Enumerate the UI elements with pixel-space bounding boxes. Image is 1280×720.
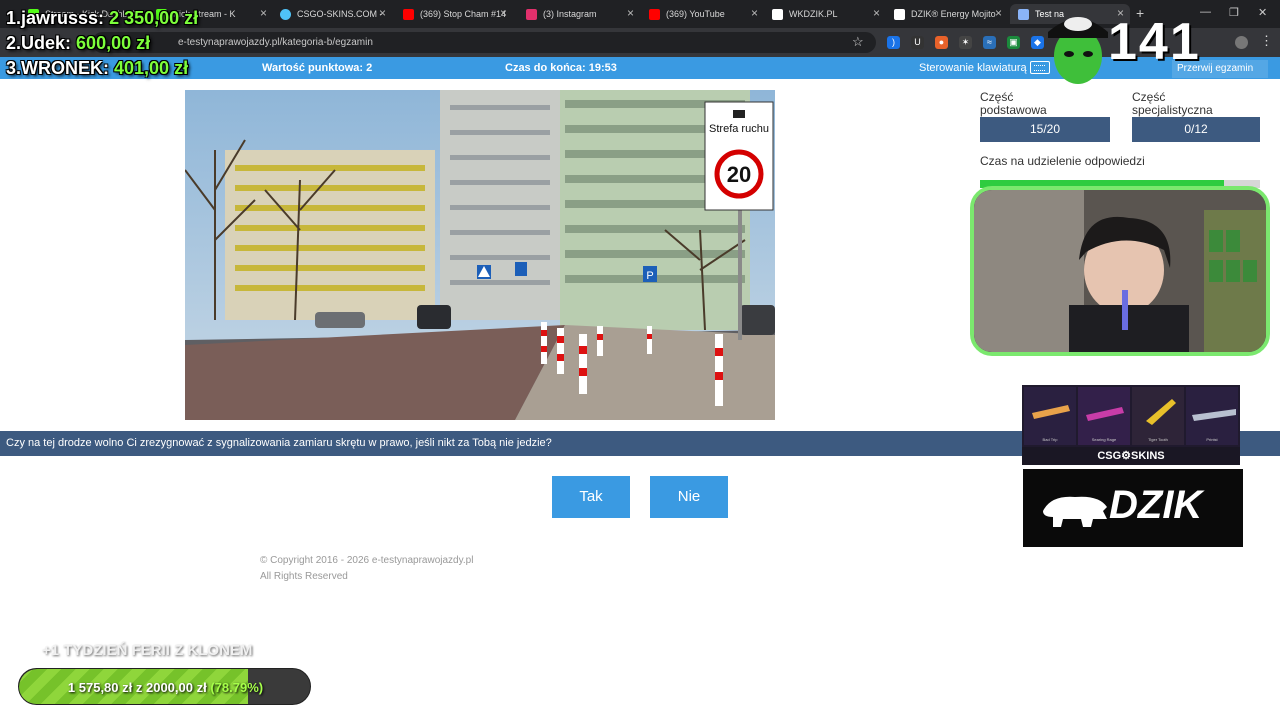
instagram-icon xyxy=(526,8,537,20)
goal-percent: (78.79%) xyxy=(210,680,264,695)
globe-icon xyxy=(280,8,291,20)
donation-goal-bar: 1 575,80 zł z 2000,00 zł (78.79%) xyxy=(18,668,311,705)
csgo-skins-logo: CSG⚙SKINS xyxy=(1097,450,1165,462)
youtube-icon xyxy=(403,8,414,20)
extension-icon[interactable]: ✶ xyxy=(959,36,972,49)
question-image: P Strefa ruchu 20 xyxy=(185,90,775,420)
viewer-counter: 141 xyxy=(1108,13,1201,71)
youtube-icon xyxy=(649,8,660,20)
skin-name: Searing Rage xyxy=(1092,437,1117,442)
leaderboard-amount: 600,00 zł xyxy=(76,33,151,53)
points-value: Wartość punktowa: 2 xyxy=(262,62,373,74)
special-part-label: Część specjalistyczna xyxy=(1132,90,1213,117)
minimize-icon[interactable]: — xyxy=(1200,6,1211,18)
csgo-skins-banner[interactable]: Bad Trip Searing Rage Tiger Tooth Prints… xyxy=(1022,385,1240,465)
special-part-counter: 0/12 xyxy=(1132,117,1260,142)
keyboard-control-label[interactable]: Sterowanie klawiaturą xyxy=(919,62,1027,74)
webcam-feed xyxy=(974,190,1266,352)
answer-yes-button[interactable]: Tak xyxy=(552,476,630,518)
goal-current: 1 575,80 zł xyxy=(67,680,133,695)
tab-title: (369) YouTube xyxy=(666,9,725,19)
copyright-text: © Copyright 2016 - 2026 e-testynaprawoja… xyxy=(260,555,474,566)
webcam-overlay xyxy=(970,186,1270,356)
close-icon[interactable]: × xyxy=(260,6,267,20)
extension-icon[interactable]: ) xyxy=(887,36,900,49)
star-icon[interactable]: ☆ xyxy=(852,34,864,50)
leaderboard-entry-1: 1.jawrusss: 2 350,00 zł xyxy=(6,8,198,29)
tab-youtube-stop-cham[interactable]: (369) Stop Cham #14 × xyxy=(395,4,513,24)
street-scene: P Strefa ruchu 20 xyxy=(185,90,775,420)
screen: Stream - Kick Dashb × Kick Stream - K × CS… xyxy=(0,0,1280,720)
skin-name: Bad Trip xyxy=(1043,437,1059,442)
tab-youtube[interactable]: (369) YouTube × xyxy=(641,4,764,24)
close-window-icon[interactable]: ✕ xyxy=(1258,6,1267,19)
close-icon[interactable]: × xyxy=(379,6,386,20)
leaderboard-entry-3: 3.WRONEK: 401,00 zł xyxy=(6,58,188,79)
footer: © Copyright 2016 - 2026 e-testynaprawoja… xyxy=(260,553,473,585)
tab-title: CSGO-SKINS.COM - xyxy=(297,9,383,19)
tab-dzik-energy[interactable]: DZIK® Energy Mojito × xyxy=(886,4,1008,24)
maximize-icon[interactable]: ❐ xyxy=(1229,6,1239,19)
wkdzik-icon xyxy=(772,8,783,20)
time-remaining: Czas do końca: 19:53 xyxy=(505,62,617,74)
tab-csgo-skins[interactable]: CSGO-SKINS.COM - × xyxy=(272,4,392,24)
goal-title: +1 TYDZIEŃ FERII Z KLONEM xyxy=(42,642,253,659)
leaderboard-name: 1.jawrusss: xyxy=(6,8,105,28)
boar-icon xyxy=(1043,496,1107,527)
extension-icon[interactable]: U xyxy=(911,36,924,49)
close-icon[interactable]: × xyxy=(873,6,880,20)
sign-speed-limit: 20 xyxy=(727,162,751,187)
leaderboard-entry-2: 2.Udek: 600,00 zł xyxy=(6,33,150,54)
leaderboard-amount: 2 350,00 zł xyxy=(109,8,199,28)
close-icon[interactable]: × xyxy=(500,6,507,20)
close-icon[interactable]: × xyxy=(627,6,634,20)
close-icon[interactable]: × xyxy=(995,6,1002,20)
tab-title: WKDZIK.PL xyxy=(789,9,838,19)
extension-icon[interactable]: ● xyxy=(935,36,948,49)
extension-icon[interactable]: ▣ xyxy=(1007,36,1020,49)
mascot-icon xyxy=(1048,17,1108,84)
sign-zone-label: Strefa ruchu xyxy=(709,123,769,135)
dzik-banner[interactable]: DZIK xyxy=(1023,469,1243,547)
tab-instagram[interactable]: (3) Instagram × xyxy=(518,4,640,24)
leaderboard-name: 3.WRONEK: xyxy=(6,58,109,78)
donation-goal-text: 1 575,80 zł z 2000,00 zł (78.79%) xyxy=(19,669,310,704)
tab-title: (369) Stop Cham #14 xyxy=(420,9,507,19)
leaderboard-name: 2.Udek: xyxy=(6,33,72,53)
menu-icon[interactable]: ⋮ xyxy=(1260,33,1273,49)
skins-strip: Bad Trip Searing Rage Tiger Tooth Prints… xyxy=(1022,385,1240,447)
dzik-icon xyxy=(894,8,905,20)
close-icon[interactable]: × xyxy=(751,6,758,20)
profile-avatar[interactable] xyxy=(1235,36,1248,49)
answer-no-button[interactable]: Nie xyxy=(650,476,728,518)
basic-part-counter: 15/20 xyxy=(980,117,1110,142)
goal-target: 2000,00 zł xyxy=(145,680,207,695)
tab-title: (3) Instagram xyxy=(543,9,597,19)
basic-part-label: Część podstawowa xyxy=(980,90,1047,117)
skin-name: Printst xyxy=(1206,437,1218,442)
svg-text:P: P xyxy=(646,270,653,282)
url-text: e-testynaprawojazdy.pl/kategoria-b/egzam… xyxy=(178,37,373,48)
goal-separator: z xyxy=(135,680,143,695)
tab-wkdzik[interactable]: WKDZIK.PL × xyxy=(764,4,886,24)
leaderboard-amount: 401,00 zł xyxy=(114,58,189,78)
site-icon xyxy=(1018,8,1029,20)
skin-name: Tiger Tooth xyxy=(1148,437,1168,442)
dzik-logo: DZIK xyxy=(1109,483,1203,527)
tab-title: DZIK® Energy Mojito xyxy=(911,9,996,19)
answer-time-label: Czas na udzielenie odpowiedzi xyxy=(980,154,1145,168)
extension-icon[interactable]: ≈ xyxy=(983,36,996,49)
rights-text: All Rights Reserved xyxy=(260,571,348,582)
url-field[interactable]: e-testynaprawojazdy.pl/kategoria-b/egzam… xyxy=(92,32,876,53)
